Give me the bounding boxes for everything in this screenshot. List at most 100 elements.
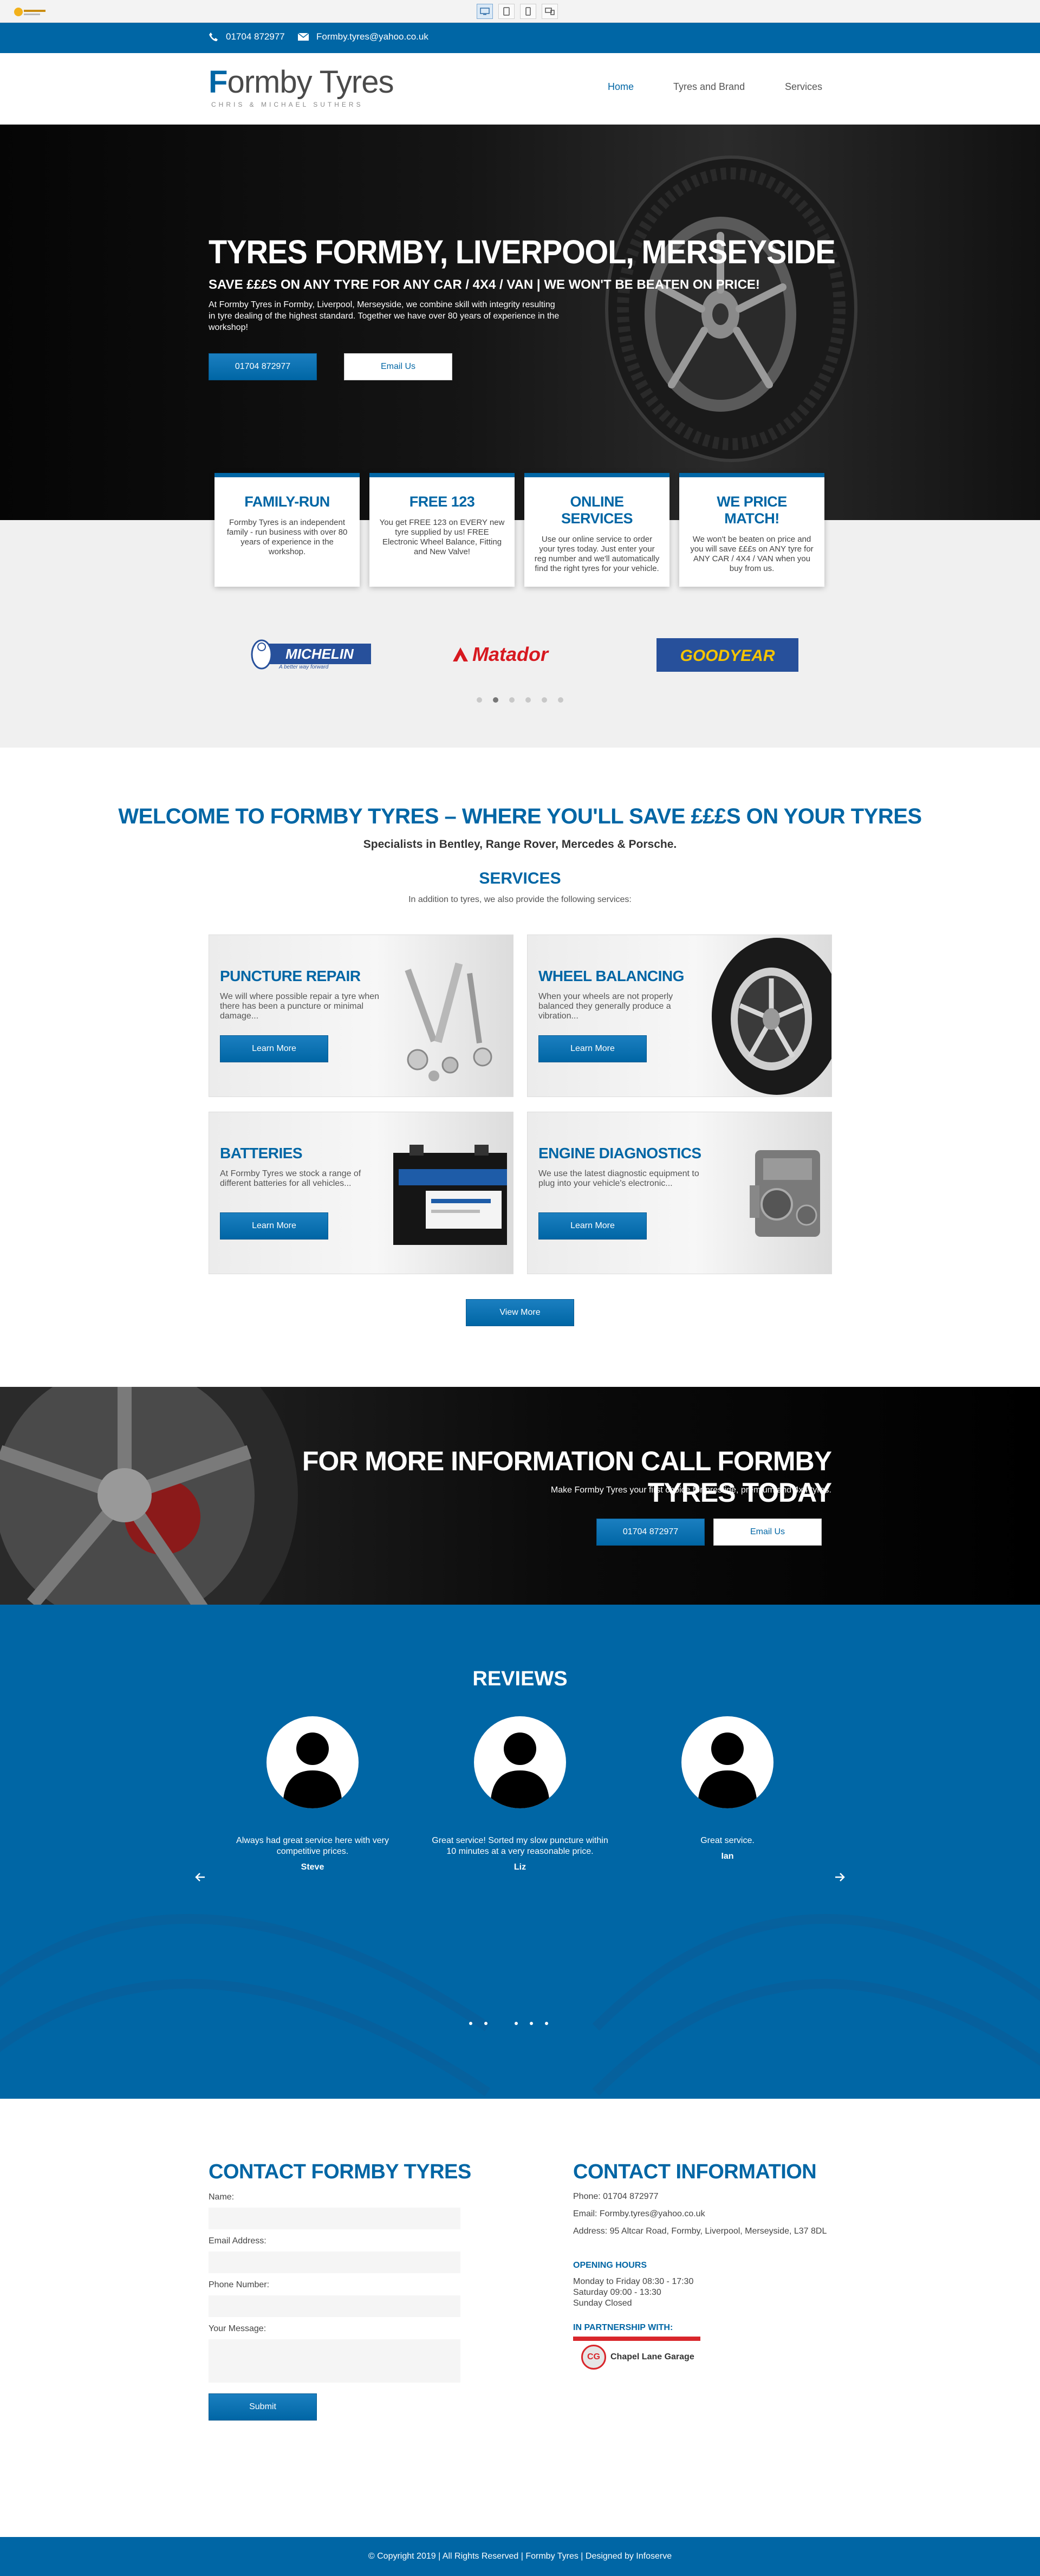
view-more-button[interactable]: View More: [466, 1299, 574, 1326]
carousel-dot-active[interactable]: [493, 697, 498, 703]
contact-email[interactable]: Email: Formby.tyres@yahoo.co.uk: [573, 2209, 705, 2220]
name-field[interactable]: [209, 2208, 460, 2229]
desktop-view-button[interactable]: [477, 4, 493, 19]
email-field[interactable]: [209, 2251, 460, 2273]
hero-text: At Formby Tyres in Formby, Liverpool, Me…: [209, 300, 560, 332]
carousel-dot[interactable]: [525, 697, 531, 703]
service-text: We will where possible repair a tyre whe…: [220, 992, 380, 1021]
welcome-title: WELCOME TO FORMBY TYRES – WHERE YOU'LL S…: [118, 804, 922, 828]
feature-text: You get FREE 123 on EVERY new tyre suppl…: [379, 518, 505, 556]
reviews-next-arrow[interactable]: [834, 1872, 845, 1885]
hours-weekday: Monday to Friday 08:30 - 17:30: [573, 2277, 694, 2286]
review-text: Always had great service here with very …: [236, 1836, 389, 1856]
phone-field[interactable]: [209, 2295, 460, 2317]
tyre-image: [605, 155, 857, 462]
carousel-dot[interactable]: [477, 697, 482, 703]
matador-logo[interactable]: Matador: [450, 642, 590, 666]
feature-card-free-123: FREE 123 You get FREE 123 on EVERY new t…: [369, 473, 515, 587]
carousel-dot[interactable]: [542, 697, 547, 703]
feature-card-online-services: ONLINE SERVICES Use our online service t…: [524, 473, 670, 587]
carousel-dot[interactable]: [558, 697, 563, 703]
contact-address: Address: 95 Altcar Road, Formby, Liverpo…: [573, 2227, 827, 2236]
service-card-engine-diagnostics: ENGINE DIAGNOSTICS We use the latest dia…: [527, 1112, 832, 1274]
review-card-liz: Great service! Sorted my slow puncture w…: [428, 1716, 612, 1872]
phone-label: Phone Number:: [209, 2280, 270, 2289]
arrow-left-icon: [195, 1873, 205, 1881]
feature-text: Formby Tyres is an independent family - …: [226, 518, 348, 556]
brands-carousel-dots: [477, 697, 563, 703]
carousel-dot[interactable]: [545, 2022, 548, 2025]
partnership-title: IN PARTNERSHIP WITH:: [573, 2323, 673, 2332]
brands-carousel: [0, 520, 1040, 748]
hero-subtitle: SAVE £££S ON ANY TYRE FOR ANY CAR / 4X4 …: [209, 277, 760, 292]
service-title: ENGINE DIAGNOSTICS: [538, 1145, 701, 1162]
welcome-subtitle: Specialists in Bentley, Range Rover, Mer…: [363, 838, 677, 851]
service-text: When your wheels are not properly balanc…: [538, 992, 673, 1021]
message-field[interactable]: [209, 2339, 460, 2383]
mobile-icon: [525, 7, 531, 16]
cta-phone-button[interactable]: 01704 872977: [596, 1519, 705, 1546]
phone-icon: [209, 33, 218, 41]
learn-more-button[interactable]: Learn More: [538, 1212, 647, 1240]
site-logo[interactable]: Formby Tyres: [209, 64, 394, 100]
hours-sunday: Sunday Closed: [573, 2299, 632, 2308]
review-card-ian: Great service. Ian: [635, 1716, 820, 1861]
submit-button[interactable]: Submit: [209, 2393, 317, 2421]
carousel-dot[interactable]: [469, 2022, 472, 2025]
reviews-prev-arrow[interactable]: [195, 1872, 206, 1885]
contact-form-title: CONTACT FORMBY TYRES: [209, 2160, 471, 2183]
partner-badge: CG: [581, 2345, 606, 2370]
matador-wordmark: Matador: [472, 643, 549, 665]
hero-title: TYRES FORMBY, LIVERPOOL, MERSEYSIDE: [209, 232, 836, 271]
cta-subtitle: Make Formby Tyres your first choice for …: [550, 1485, 831, 1495]
carousel-dot[interactable]: [515, 2022, 518, 2025]
desktop-icon: [480, 8, 490, 15]
learn-more-button[interactable]: Learn More: [220, 1212, 328, 1240]
tablet-icon: [503, 7, 510, 16]
tablet-view-button[interactable]: [498, 4, 515, 19]
nav-home[interactable]: Home: [608, 81, 634, 93]
service-card-wheel-balancing: WHEEL BALANCING When your wheels are not…: [527, 935, 832, 1097]
review-card-steve: Always had great service here with very …: [220, 1716, 405, 1872]
top-phone-text: 01704 872977: [226, 31, 285, 42]
partner-divider: [573, 2337, 700, 2341]
nav-services[interactable]: Services: [785, 81, 822, 93]
top-phone[interactable]: 01704 872977: [209, 31, 285, 42]
learn-more-button[interactable]: Learn More: [538, 1035, 647, 1062]
logo-prefix: F: [209, 64, 227, 100]
arrow-right-icon: [835, 1873, 845, 1881]
split-view-button[interactable]: [542, 4, 558, 19]
envelope-icon: [298, 33, 309, 41]
contact-phone[interactable]: Phone: 01704 872977: [573, 2191, 658, 2202]
carousel-dot[interactable]: [509, 697, 515, 703]
top-email[interactable]: Formby.tyres@yahoo.co.uk: [298, 31, 428, 42]
goodyear-logo[interactable]: GOODYEAR: [656, 638, 798, 672]
feature-card-price-match: WE PRICE MATCH! We won't be beaten on pr…: [679, 473, 824, 587]
services-title: SERVICES: [479, 870, 561, 887]
carousel-dot[interactable]: [530, 2022, 533, 2025]
editor-preview-bar: [0, 0, 1040, 23]
review-text: Great service! Sorted my slow puncture w…: [432, 1836, 608, 1856]
avatar: [266, 1716, 359, 1808]
nav-tyres-and-brand[interactable]: Tyres and Brand: [673, 81, 745, 93]
cta-email-button[interactable]: Email Us: [713, 1519, 822, 1546]
person-silhouette-icon: [490, 1733, 550, 1808]
service-text: We use the latest diagnostic equipment t…: [538, 1169, 699, 1188]
feature-title: WE PRICE MATCH!: [717, 494, 787, 527]
site-header: Formby Tyres CHRIS & MICHAEL SUTHERS Hom…: [0, 53, 1040, 125]
hero-phone-button[interactable]: 01704 872977: [209, 353, 317, 380]
michelin-logo[interactable]: MICHELIN A better way forward: [246, 634, 376, 672]
avatar: [474, 1716, 566, 1808]
partner-logo[interactable]: CG Chapel Lane Garage: [581, 2345, 694, 2370]
logo-text: ormby Tyres: [227, 64, 394, 100]
editor-logo: [12, 4, 50, 18]
feature-title: ONLINE SERVICES: [561, 494, 633, 527]
service-title: BATTERIES: [220, 1145, 303, 1162]
hero-email-button[interactable]: Email Us: [344, 353, 452, 380]
cta-title: FOR MORE INFORMATION CALL FORMBY TYRES T…: [302, 1446, 832, 1508]
message-label: Your Message:: [209, 2324, 266, 2333]
mobile-view-button[interactable]: [520, 4, 536, 19]
hours-saturday: Saturday 09:00 - 13:30: [573, 2288, 661, 2297]
learn-more-button[interactable]: Learn More: [220, 1035, 328, 1062]
carousel-dot[interactable]: [484, 2022, 487, 2025]
